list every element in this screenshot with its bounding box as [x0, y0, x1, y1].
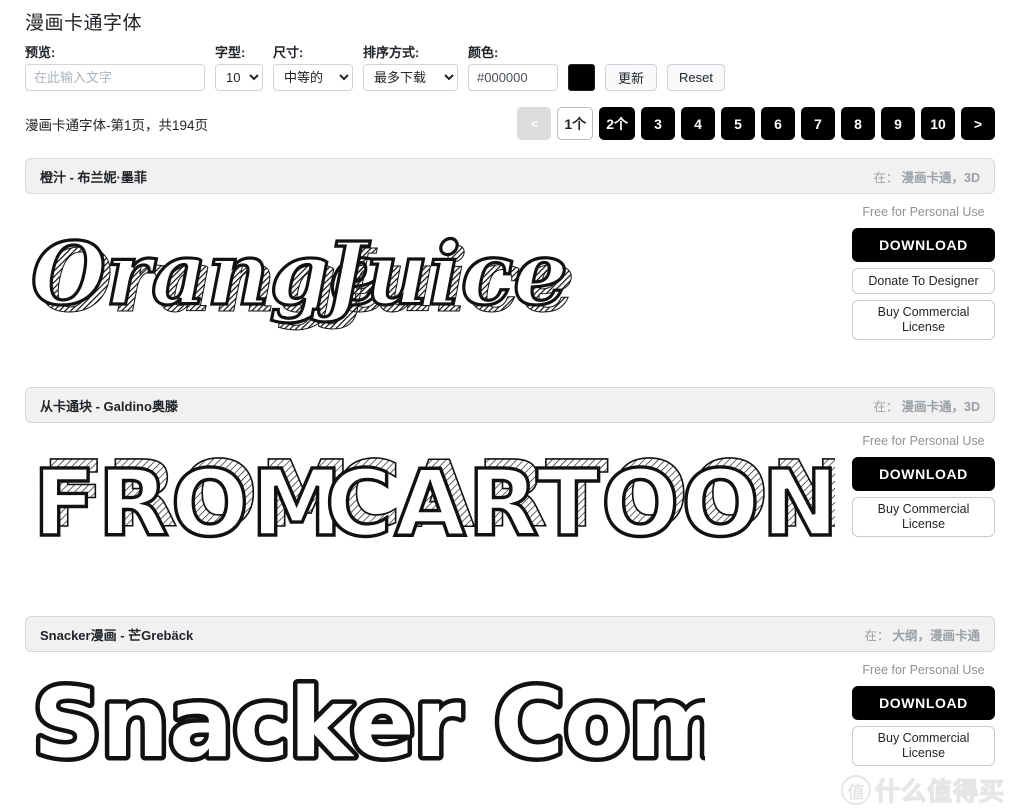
buy-commercial-license-button[interactable]: Buy Commercial License — [852, 497, 995, 537]
font-card: 从卡通块 - Galdino奥滕 在： 漫画卡通，3D FROM FROM CAR… — [0, 387, 1019, 598]
license-note: Free for Personal Use — [862, 434, 985, 448]
results-bar: 漫画卡通字体-第1页，共194页 < 1个 2个 3 4 5 6 7 8 9 1… — [0, 91, 1019, 140]
donate-button[interactable]: Donate To Designer — [852, 268, 995, 294]
pagination-page-9[interactable]: 9 — [881, 107, 915, 140]
size-label: 尺寸: — [273, 45, 304, 60]
pagination-prev[interactable]: < — [517, 107, 552, 140]
download-button[interactable]: DOWNLOAD — [852, 686, 995, 720]
font-card-body: Orange Orange Juice Juice Free for Perso… — [25, 194, 995, 369]
license-note: Free for Personal Use — [862, 663, 985, 677]
buy-commercial-license-button[interactable]: Buy Commercial License — [852, 726, 995, 766]
pagination-page-2[interactable]: 2个 — [599, 107, 635, 140]
sort-label: 排序方式: — [363, 45, 420, 60]
size-field: 尺寸: 中等的 — [273, 45, 353, 91]
font-preview[interactable]: Orange Orange Juice Juice — [25, 194, 852, 369]
font-card-title[interactable]: 橙汁 - 布兰妮·墨菲 — [40, 167, 147, 186]
sort-field: 排序方式: 最多下载 — [363, 45, 458, 91]
font-card-title[interactable]: 从卡通块 - Galdino奥滕 — [40, 396, 178, 415]
pagination-page-10[interactable]: 10 — [921, 107, 955, 140]
download-button[interactable]: DOWNLOAD — [852, 457, 995, 491]
fonttype-label: 字型: — [215, 45, 246, 60]
preview-input[interactable] — [25, 64, 205, 91]
font-card-tags-label: 在： — [873, 399, 899, 414]
font-card-actions: Free for Personal Use DOWNLOAD Buy Comme… — [852, 423, 995, 537]
font-card-tags-label: 在： — [873, 170, 899, 185]
font-card-tag-links[interactable]: 大纲，漫画卡通 — [892, 629, 980, 643]
download-button[interactable]: DOWNLOAD — [852, 228, 995, 262]
font-card: Snacker漫画 - 芒Grebäck 在： 大纲，漫画卡通 Snacker C… — [0, 616, 1019, 812]
color-label: 颜色: — [468, 45, 499, 60]
font-card-header: Snacker漫画 - 芒Grebäck 在： 大纲，漫画卡通 — [25, 616, 995, 652]
font-card-header: 橙汁 - 布兰妮·墨菲 在： 漫画卡通，3D — [25, 158, 995, 194]
font-card-header: 从卡通块 - Galdino奥滕 在： 漫画卡通，3D — [25, 387, 995, 423]
font-card-body: FROM FROM CARTOON CARTOON Free for Perso… — [25, 423, 995, 598]
preview-field: 预览: — [25, 45, 205, 91]
font-card-actions: Free for Personal Use DOWNLOAD Donate To… — [852, 194, 995, 340]
font-preview-image-orange-juice: Orange Orange Juice Juice — [29, 222, 575, 332]
page-title: 漫画卡通字体 — [25, 13, 143, 34]
svg-text:Snacker Comic: Snacker Comic — [33, 669, 705, 779]
font-card-tags: 在： 漫画卡通，3D — [874, 396, 981, 415]
fonttype-field: 字型: 10 — [215, 45, 263, 91]
font-card: 橙汁 - 布兰妮·墨菲 在： 漫画卡通，3D Orange Orange Juic… — [0, 158, 1019, 369]
font-card-tags: 在： 漫画卡通，3D — [874, 167, 981, 186]
font-preview[interactable]: FROM FROM CARTOON CARTOON — [25, 423, 852, 598]
font-preview-image-from-cartoon: FROM FROM CARTOON CARTOON — [31, 440, 835, 559]
font-card-tag-links[interactable]: 漫画卡通，3D — [902, 171, 980, 185]
pagination-page-8[interactable]: 8 — [841, 107, 875, 140]
license-note: Free for Personal Use — [862, 205, 985, 219]
pagination-next[interactable]: > — [961, 107, 995, 140]
svg-text:Juice: Juice — [311, 224, 568, 325]
font-card-tags: 在： 大纲，漫画卡通 — [864, 625, 980, 644]
pagination-page-7[interactable]: 7 — [801, 107, 835, 140]
font-preview-image-snacker-comic: Snacker Comic Snacker Comic — [29, 665, 706, 784]
font-card-actions: Free for Personal Use DOWNLOAD Buy Comme… — [852, 652, 995, 766]
color-input[interactable] — [468, 64, 558, 91]
font-card-tag-links[interactable]: 漫画卡通，3D — [902, 400, 980, 414]
font-preview[interactable]: Snacker Comic Snacker Comic — [25, 652, 852, 812]
result-count: 漫画卡通字体-第1页，共194页 — [25, 117, 209, 133]
update-button[interactable]: 更新 — [605, 64, 657, 91]
preview-label: 预览: — [25, 45, 56, 60]
pagination-page-6[interactable]: 6 — [761, 107, 795, 140]
sort-select[interactable]: 最多下载 — [363, 64, 458, 91]
svg-text:CARTOON: CARTOON — [325, 450, 835, 557]
fonttype-select[interactable]: 10 — [215, 64, 263, 91]
color-field: 颜色: — [468, 45, 558, 91]
pagination: < 1个 2个 3 4 5 6 7 8 9 10 > — [517, 107, 995, 140]
filter-toolbar: 预览: 字型: 10 尺寸: 中等的 排序方式: 最多下载 颜色: 更新 — [0, 35, 1019, 91]
color-swatch[interactable] — [568, 64, 595, 91]
font-card-title[interactable]: Snacker漫画 - 芒Grebäck — [40, 625, 193, 644]
reset-button[interactable]: Reset — [667, 64, 725, 91]
pagination-page-1[interactable]: 1个 — [557, 107, 594, 140]
size-select[interactable]: 中等的 — [273, 64, 353, 91]
pagination-page-5[interactable]: 5 — [721, 107, 755, 140]
buy-commercial-license-button[interactable]: Buy Commercial License — [852, 300, 995, 340]
pagination-page-4[interactable]: 4 — [681, 107, 715, 140]
font-card-tags-label: 在： — [864, 628, 890, 643]
font-card-body: Snacker Comic Snacker Comic Free for Per… — [25, 652, 995, 812]
page-root: 漫画卡通字体 预览: 字型: 10 尺寸: 中等的 排序方式: 最多下载 颜色: — [0, 0, 1019, 812]
pagination-page-3[interactable]: 3 — [641, 107, 675, 140]
svg-text:FROM: FROM — [33, 450, 344, 557]
